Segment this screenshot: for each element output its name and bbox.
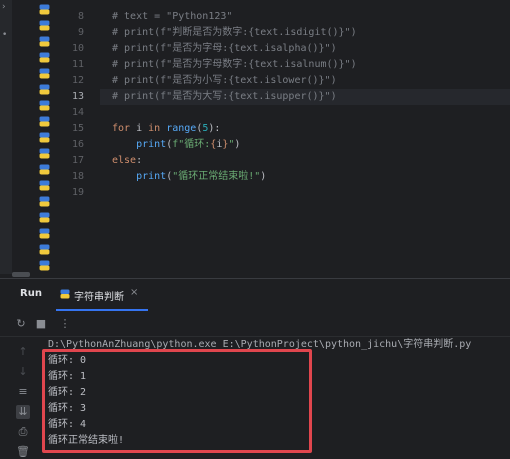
python-file-icon[interactable] — [39, 148, 50, 159]
python-file-icon[interactable] — [39, 84, 50, 95]
code-line-12: # print(f"是否为小写:{text.islower()}") — [112, 75, 337, 86]
tool-window-header: Run 字符串判断 × — [0, 279, 510, 311]
code-line-17: else: — [112, 155, 143, 166]
console-output-line: 循环: 3 — [48, 403, 87, 414]
more-icon[interactable]: ⋮ — [58, 317, 72, 331]
line-number: 15 — [71, 123, 84, 134]
python-file-icon[interactable] — [39, 164, 50, 175]
python-file-icon[interactable] — [39, 20, 50, 31]
run-tab-label: 字符串判断 — [74, 292, 124, 303]
line-number: 10 — [71, 43, 84, 54]
code-line-18: print("循环正常结束啦!") — [136, 171, 267, 182]
python-file-icon[interactable] — [39, 212, 50, 223]
line-number: 19 — [71, 187, 84, 198]
python-file-icon[interactable] — [39, 116, 50, 127]
code-line-8: # text = "Python123" — [112, 11, 233, 22]
python-file-icon[interactable] — [39, 180, 50, 191]
line-number: 12 — [71, 75, 84, 86]
line-number: 18 — [71, 171, 84, 182]
console-output-line: 循环正常结束啦! — [48, 435, 125, 446]
print-icon[interactable]: ⎙ — [16, 425, 30, 439]
python-file-icon — [60, 289, 70, 299]
code-line-13: # print(f"是否为大写:{text.isupper()}") — [112, 91, 337, 102]
scroll-to-end-icon[interactable]: ⇊ — [16, 405, 30, 419]
strip-chevron-icon[interactable]: › — [2, 2, 6, 12]
python-file-icon[interactable] — [39, 132, 50, 143]
code-line-10: # print(f"是否为字母:{text.isalpha()}") — [112, 43, 337, 54]
code-line-11: # print(f"是否为字母数字:{text.isalnum()}") — [112, 59, 357, 70]
tool-window-title[interactable]: Run — [20, 288, 42, 299]
horizontal-scrollbar[interactable] — [12, 272, 30, 277]
code-line-15: for i in range(5): — [112, 123, 221, 134]
trash-icon[interactable]: 🗑 — [16, 445, 30, 459]
line-number: 17 — [71, 155, 84, 166]
run-side-toolbar: ↑ ↓ ≡ ⇊ ⎙ 🗑 — [0, 337, 36, 459]
console-output-line: 循环: 1 — [48, 371, 87, 382]
run-tab[interactable]: 字符串判断 × — [56, 283, 148, 311]
run-tool-window: Run 字符串判断 × ↻ ■ ⋮ ↑ ↓ ≡ ⇊ ⎙ 🗑 D:\PythonA… — [0, 278, 510, 459]
python-file-icon[interactable] — [39, 244, 50, 255]
line-number-gutter: 8 9 10 11 12 13 14 15 16 17 18 19 — [50, 0, 100, 274]
soft-wrap-icon[interactable]: ≡ — [16, 385, 30, 399]
left-tool-strip: › • — [0, 0, 12, 274]
line-number: 13 — [71, 91, 84, 102]
console-command-line: D:\PythonAnZhuang\python.exe E:\PythonPr… — [48, 339, 472, 350]
python-file-icon[interactable] — [39, 260, 50, 271]
python-file-icon[interactable] — [39, 196, 50, 207]
line-number: 8 — [77, 11, 84, 22]
strip-dot-icon[interactable]: • — [2, 30, 7, 40]
rerun-icon[interactable]: ↻ — [14, 317, 28, 331]
arrow-up-icon[interactable]: ↑ — [16, 345, 30, 359]
stop-icon[interactable]: ■ — [34, 317, 48, 331]
line-number: 11 — [71, 59, 84, 70]
code-line-16: print(f"循环:{i}") — [136, 139, 241, 150]
python-file-icon[interactable] — [39, 100, 50, 111]
line-number: 9 — [77, 27, 84, 38]
close-icon[interactable]: × — [130, 287, 138, 298]
python-file-icon[interactable] — [39, 228, 50, 239]
code-line-9: # print(f"判断是否为数字:{text.isdigit()}") — [112, 27, 357, 38]
console-output-line: 循环: 2 — [48, 387, 87, 398]
arrow-down-icon[interactable]: ↓ — [16, 365, 30, 379]
line-number: 16 — [71, 139, 84, 150]
python-file-icon[interactable] — [39, 52, 50, 63]
console-output-line: 循环: 0 — [48, 355, 87, 366]
run-toolbar: ↻ ■ ⋮ — [0, 312, 510, 337]
python-file-icon[interactable] — [39, 36, 50, 47]
console-output[interactable]: D:\PythonAnZhuang\python.exe E:\PythonPr… — [48, 337, 508, 455]
python-file-icon[interactable] — [39, 4, 50, 15]
console-output-line: 循环: 4 — [48, 419, 87, 430]
python-file-icon[interactable] — [39, 68, 50, 79]
line-number: 14 — [71, 107, 84, 118]
